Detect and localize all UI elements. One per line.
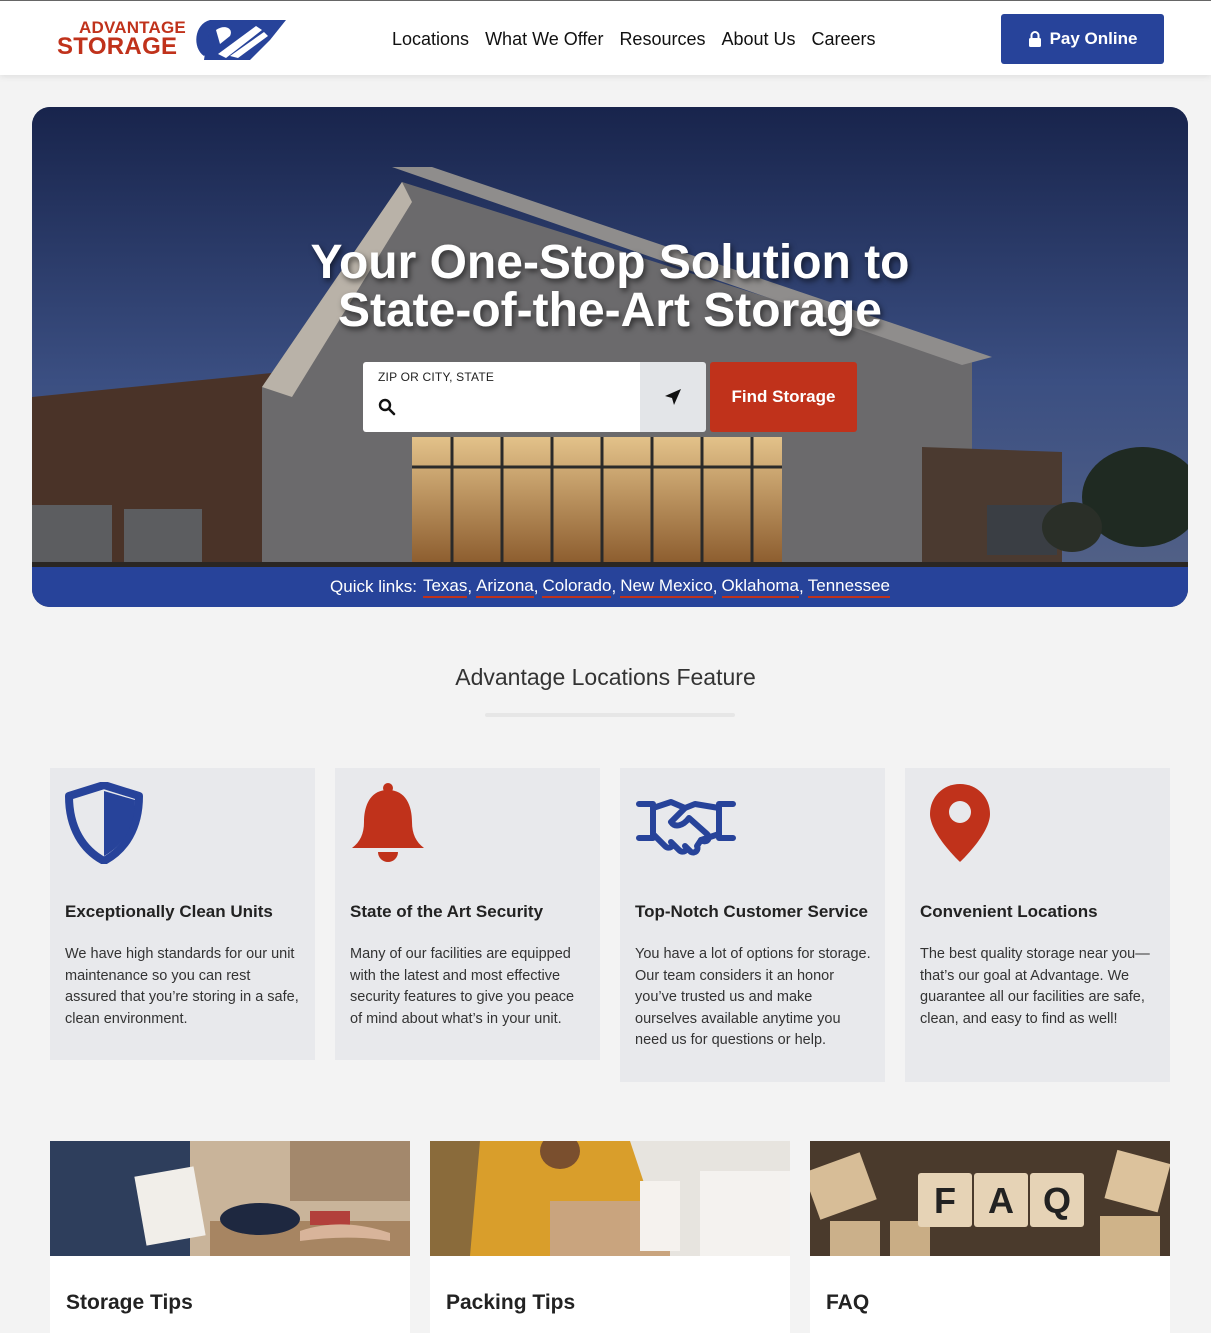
bell-icon <box>352 783 424 862</box>
search-icon <box>378 398 396 416</box>
faq-image: F A Q <box>810 1141 1170 1256</box>
quick-link-arizona[interactable]: Arizona <box>476 576 534 598</box>
quick-link-separator: , <box>611 577 617 596</box>
feature-title: Top-Notch Customer Service <box>635 902 869 921</box>
feature-card-clean-units: Exceptionally Clean Units We have high s… <box>50 768 315 1060</box>
storage-tips-title: Storage Tips <box>66 1291 193 1314</box>
nav-about-us[interactable]: About Us <box>721 28 795 50</box>
advantage-storage-logo[interactable]: ADVANTAGE STORAGE <box>57 18 287 62</box>
nav-what-we-offer[interactable]: What We Offer <box>485 28 603 50</box>
pay-online-button[interactable]: Pay Online <box>1001 14 1164 64</box>
quick-link-separator: , <box>533 577 539 596</box>
packing-tips-title: Packing Tips <box>446 1291 576 1314</box>
logo-mark-icon <box>196 20 286 60</box>
hero-banner: Your One-Stop Solution to State-of-the-A… <box>32 107 1188 607</box>
nav-resources[interactable]: Resources <box>619 28 705 50</box>
location-search-input[interactable] <box>403 393 628 421</box>
storage-tips-card[interactable]: Storage Tips <box>50 1141 410 1333</box>
packing-tips-image <box>430 1141 790 1256</box>
storage-building-photo <box>32 107 1188 607</box>
feature-description: We have high standards for our unit main… <box>65 946 299 1027</box>
hero-title: Your One-Stop Solution to State-of-the-A… <box>32 239 1188 335</box>
hero-title-line-2: State-of-the-Art Storage <box>337 284 882 337</box>
faq-block-letter-a: A <box>988 1180 1014 1221</box>
logo-text-bottom: STORAGE <box>57 33 178 60</box>
quick-link-new-mexico[interactable]: New Mexico <box>620 576 713 598</box>
shield-icon <box>65 782 143 864</box>
search-label: ZIP OR CITY, STATE <box>378 370 495 384</box>
packing-tips-card[interactable]: Packing Tips <box>430 1141 790 1333</box>
feature-title: Exceptionally Clean Units <box>65 902 273 921</box>
pay-online-label: Pay Online <box>1049 29 1138 48</box>
storage-tips-image <box>50 1141 410 1256</box>
storage-tips-photo <box>50 1141 410 1256</box>
find-storage-button[interactable]: Find Storage <box>710 362 857 432</box>
quick-link-colorado[interactable]: Colorado <box>542 576 612 598</box>
nav-careers[interactable]: Careers <box>812 28 876 50</box>
map-pin-icon <box>930 784 990 862</box>
faq-title: FAQ <box>826 1291 870 1314</box>
feature-card-security: State of the Art Security Many of our fa… <box>335 768 600 1060</box>
faq-card[interactable]: F A Q FAQ <box>810 1141 1170 1333</box>
feature-description: The best quality storage near you—that’s… <box>920 946 1150 1027</box>
quick-links-bar: Quick links: Texas, Arizona, Colorado, N… <box>32 567 1188 607</box>
main-nav: Locations What We Offer Resources About … <box>392 28 892 50</box>
faq-block-letter-f: F <box>934 1180 956 1221</box>
faq-block-letter-q: Q <box>1043 1180 1071 1221</box>
features-heading: Advantage Locations Feature <box>455 664 756 690</box>
nav-locations[interactable]: Locations <box>392 28 469 50</box>
faq-blocks-photo: F A Q <box>810 1141 1170 1256</box>
feature-description: You have a lot of options for storage. O… <box>635 946 871 1049</box>
quick-link-tennessee[interactable]: Tennessee <box>807 576 890 598</box>
handshake-icon <box>636 799 736 856</box>
location-search-box: ZIP OR CITY, STATE <box>363 362 640 432</box>
quick-link-separator: , <box>712 577 718 596</box>
feature-description: Many of our facilities are equipped with… <box>350 946 575 1027</box>
quick-link-oklahoma[interactable]: Oklahoma <box>721 576 800 598</box>
use-my-location-button[interactable] <box>640 362 706 432</box>
site-header: ADVANTAGE STORAGE Locations What We Offe… <box>0 0 1211 75</box>
quick-links-label: Quick links: <box>330 577 417 596</box>
quick-link-texas[interactable]: Texas <box>422 576 468 598</box>
quick-link-separator: , <box>799 577 804 596</box>
feature-title: State of the Art Security <box>350 902 544 921</box>
hero-title-line-1: Your One-Stop Solution to <box>310 236 910 289</box>
feature-card-locations: Convenient Locations The best quality st… <box>905 768 1170 1082</box>
feature-card-customer-service: Top-Notch Customer Service You have a lo… <box>620 768 885 1082</box>
lock-icon <box>1028 31 1041 47</box>
quick-link-separator: , <box>467 577 473 596</box>
location-arrow-icon <box>665 389 681 405</box>
packing-tips-photo <box>430 1141 790 1256</box>
feature-title: Convenient Locations <box>920 902 1098 921</box>
features-divider <box>485 713 735 717</box>
